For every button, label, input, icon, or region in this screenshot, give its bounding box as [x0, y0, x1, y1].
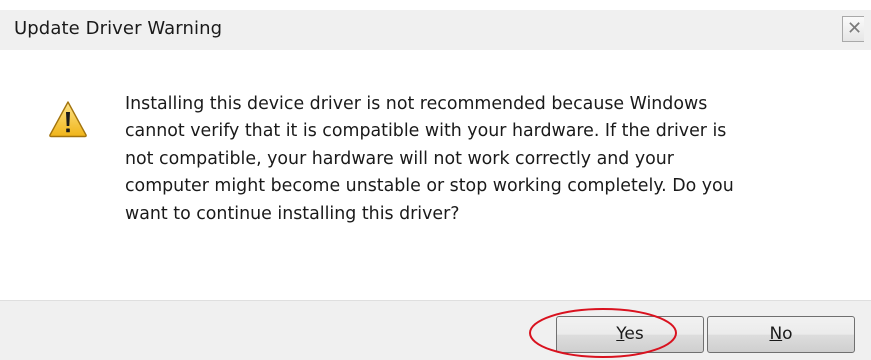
no-accelerator: N [769, 324, 783, 344]
yes-button[interactable]: Yes [556, 316, 704, 353]
no-button[interactable]: No [707, 316, 855, 353]
window-title: Update Driver Warning [14, 18, 223, 39]
warning-icon [49, 101, 87, 138]
warning-message: Installing this device driver is not rec… [125, 91, 825, 228]
update-driver-warning-dialog: Update Driver Warning ✕ Installing this … [0, 0, 871, 360]
message-line: want to continue installing this driver? [125, 203, 460, 224]
close-button[interactable]: ✕ [842, 16, 864, 42]
message-line: computer might become unstable or stop w… [125, 176, 734, 197]
no-label-rest: o [782, 324, 793, 344]
message-line: Installing this device driver is not rec… [125, 94, 708, 114]
button-bar: Yes No [0, 300, 871, 360]
message-line: not compatible, your hardware will not w… [125, 148, 674, 169]
title-bar: Update Driver Warning ✕ [0, 10, 871, 50]
close-icon: ✕ [847, 18, 863, 39]
message-area: Installing this device driver is not rec… [0, 50, 871, 300]
message-line: cannot verify that it is compatible with… [125, 121, 727, 142]
yes-label-rest: es [624, 324, 644, 344]
